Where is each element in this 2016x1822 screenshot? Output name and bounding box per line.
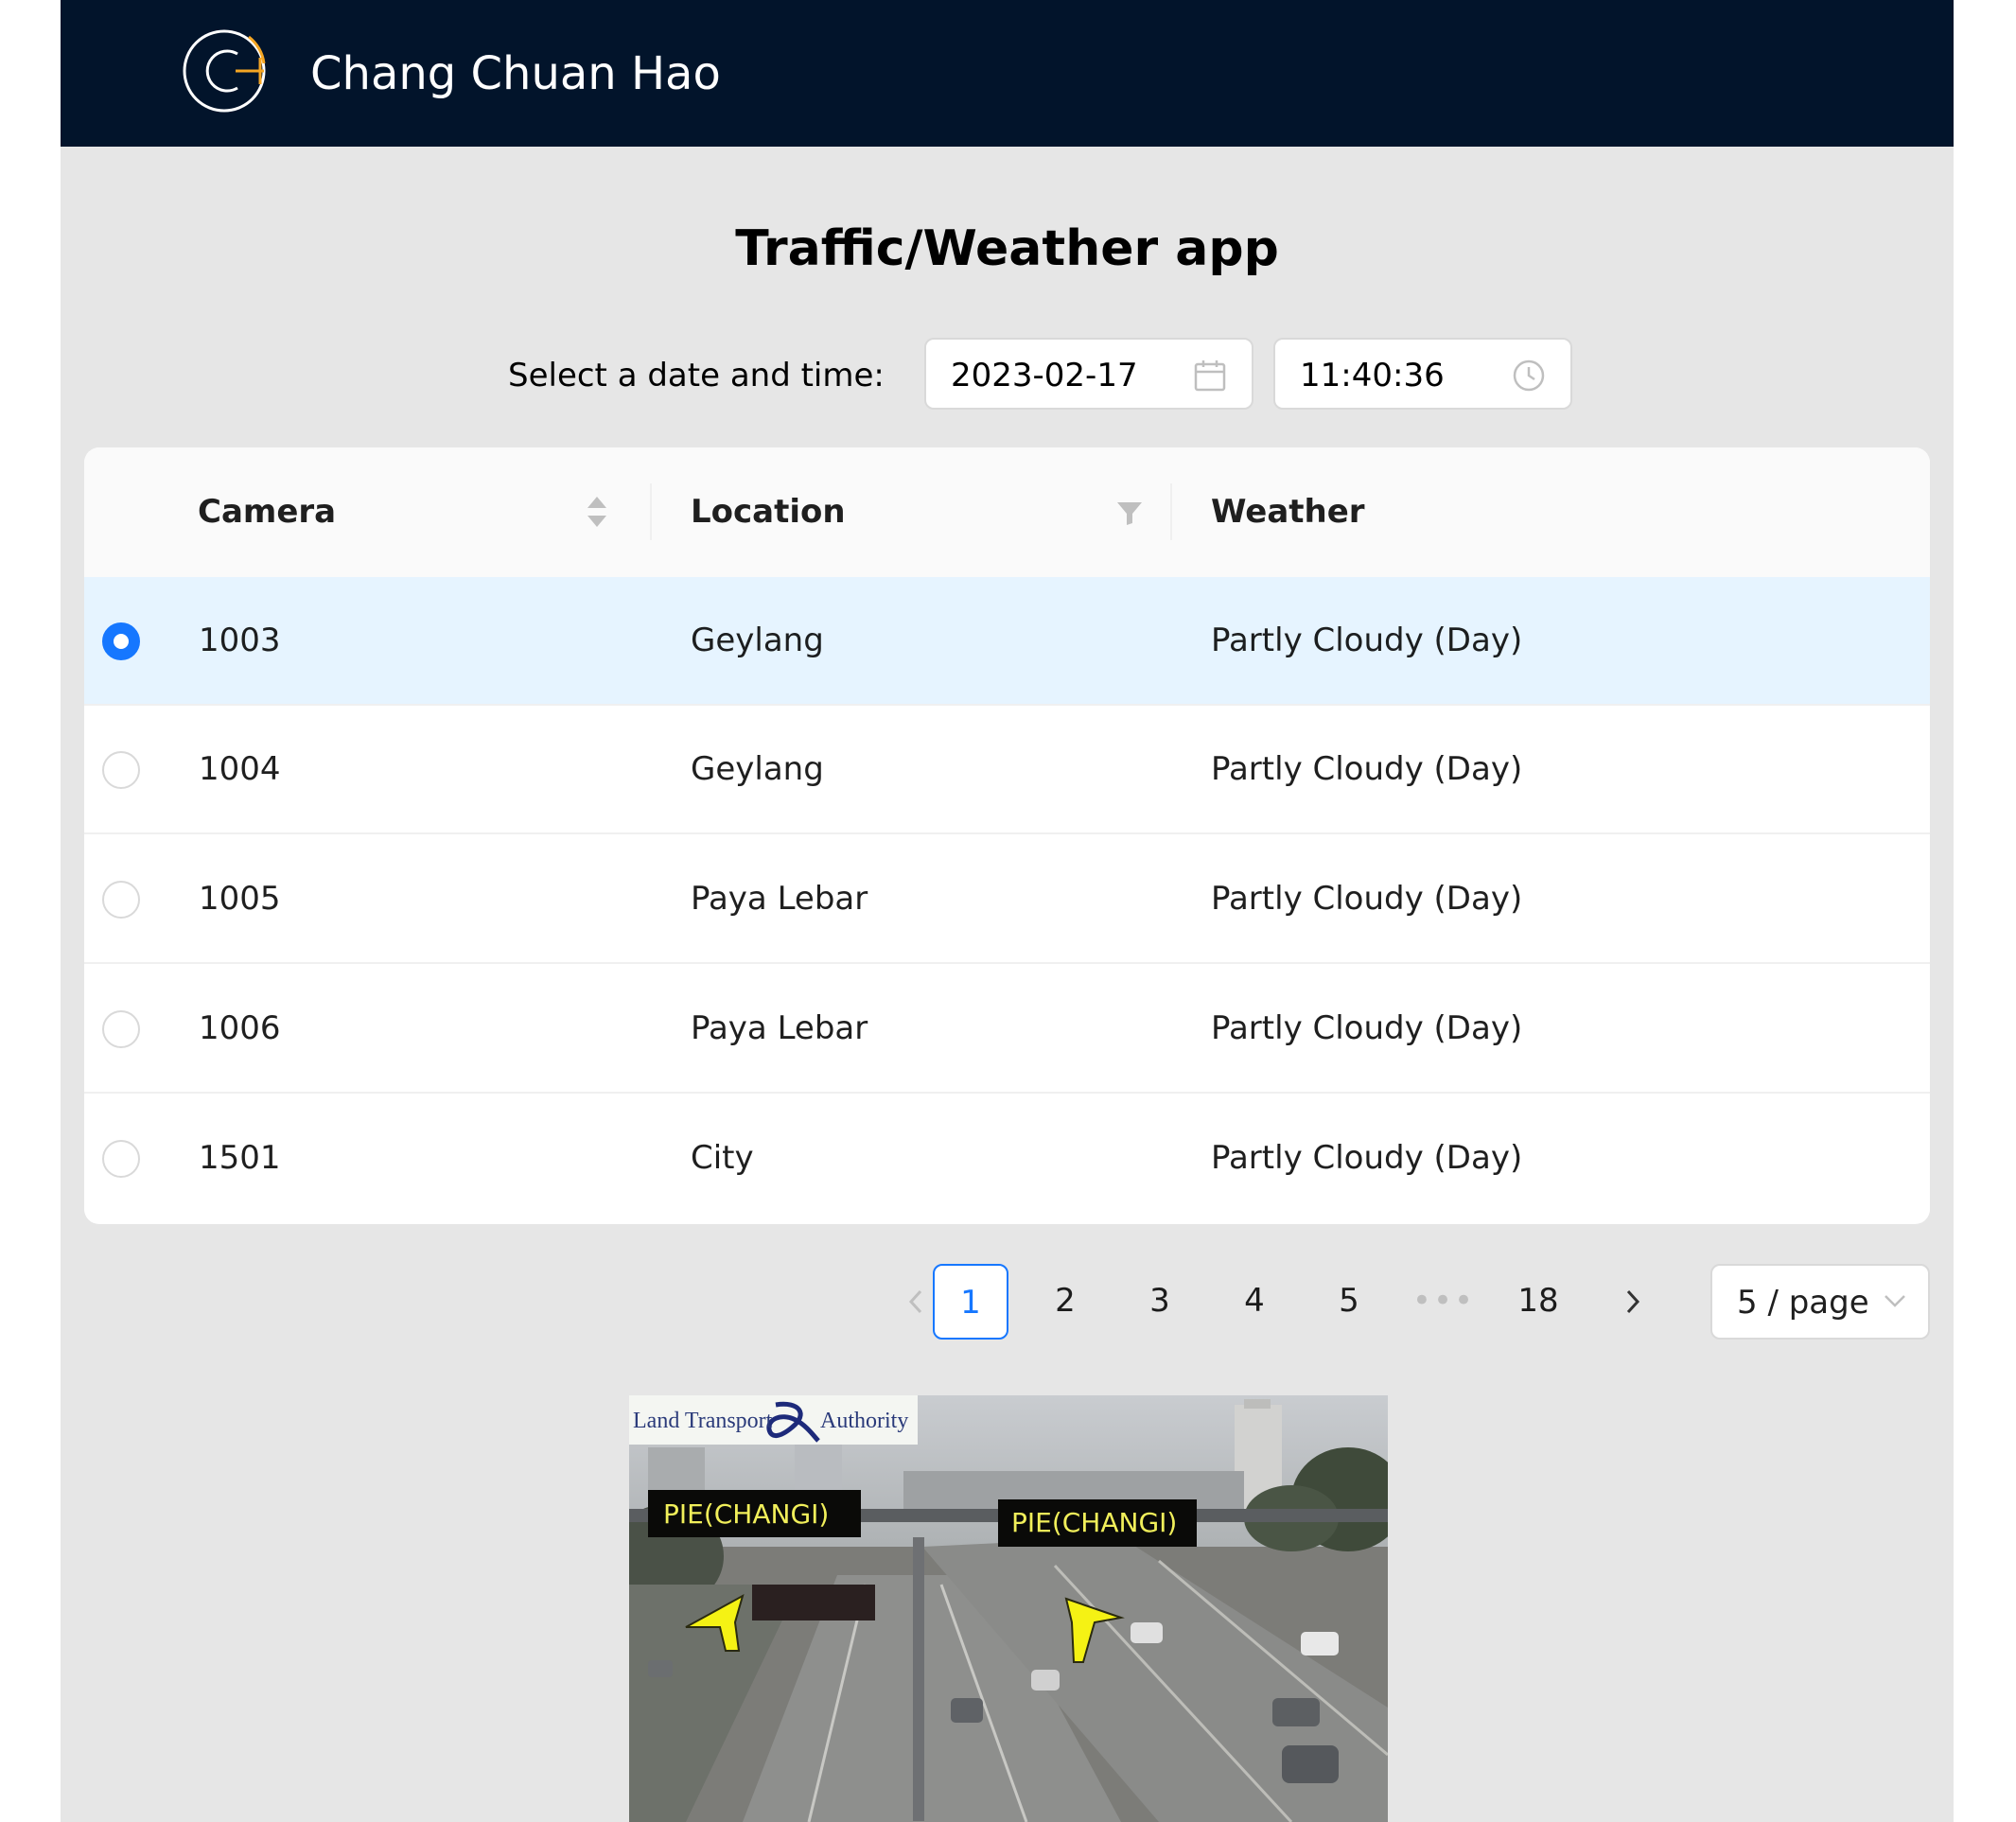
column-header-weather: Weather	[1211, 493, 1365, 531]
traffic-scene: Land Transport Authority PIE(CHANGI) PIE…	[629, 1395, 1388, 1822]
sort-icon[interactable]	[586, 493, 608, 531]
pagination-ellipsis[interactable]: •••	[1406, 1264, 1481, 1340]
time-picker[interactable]: 11:40:36	[1273, 338, 1572, 410]
page-size-select[interactable]: 5 / page	[1710, 1264, 1930, 1340]
table-row[interactable]: 1004 Geylang Partly Cloudy (Day)	[84, 706, 1930, 834]
column-separator	[650, 483, 652, 540]
top-header: Chang Chuan Hao	[61, 0, 1954, 147]
date-value: 2023-02-17	[951, 357, 1138, 394]
table-header: Camera Location Weather	[84, 447, 1930, 578]
row-radio[interactable]	[102, 751, 140, 789]
watermark-left: Land Transport	[633, 1409, 773, 1433]
chevron-left-icon	[908, 1289, 922, 1314]
brand-name[interactable]: Chang Chuan Hao	[310, 45, 721, 102]
page-title: Traffic/Weather app	[735, 220, 1279, 277]
app-page: Chang Chuan Hao Traffic/Weather app Sele…	[61, 0, 1954, 1822]
table-row[interactable]: 1005 Paya Lebar Partly Cloudy (Day)	[84, 835, 1930, 964]
column-header-location: Location	[691, 493, 846, 531]
ch-logo-icon[interactable]	[183, 26, 273, 116]
datetime-label: Select a date and time:	[508, 357, 885, 394]
cell-weather: Partly Cloudy (Day)	[1211, 1009, 1523, 1047]
cell-camera: 1004	[199, 750, 281, 788]
clock-icon	[1513, 359, 1545, 392]
page-2-button[interactable]: 2	[1027, 1264, 1103, 1340]
page-3-button[interactable]: 3	[1122, 1264, 1198, 1340]
cell-location: City	[691, 1139, 754, 1177]
cell-camera: 1003	[199, 622, 281, 659]
row-radio[interactable]	[102, 1140, 140, 1178]
pagination: 1 2 3 4 5 ••• 18 5 / page	[61, 1264, 1954, 1340]
sign-left-text: PIE(CHANGI)	[663, 1498, 829, 1530]
calendar-icon	[1194, 360, 1226, 392]
table-row[interactable]: 1501 City Partly Cloudy (Day)	[84, 1095, 1930, 1223]
cell-weather: Partly Cloudy (Day)	[1211, 622, 1523, 659]
cell-location: Geylang	[691, 750, 824, 788]
traffic-camera-image: Land Transport Authority PIE(CHANGI) PIE…	[629, 1395, 1388, 1822]
chevron-down-icon	[1885, 1295, 1905, 1307]
cell-weather: Partly Cloudy (Day)	[1211, 750, 1523, 788]
watermark-right: Authority	[820, 1409, 908, 1433]
page-18-button[interactable]: 18	[1500, 1264, 1576, 1340]
cell-location: Geylang	[691, 622, 824, 659]
row-radio[interactable]	[102, 1010, 140, 1048]
column-header-camera[interactable]: Camera	[198, 493, 336, 531]
filter-icon[interactable]	[1115, 500, 1144, 527]
column-separator	[1170, 483, 1172, 540]
cell-weather: Partly Cloudy (Day)	[1211, 1139, 1523, 1177]
pagination-next-button[interactable]	[1595, 1264, 1671, 1340]
camera-table: Camera Location Weather 1003 Geylang Par…	[84, 447, 1930, 1224]
datetime-picker-row: Select a date and time: 2023-02-17 11:40…	[61, 338, 1954, 412]
table-row[interactable]: 1003 Geylang Partly Cloudy (Day)	[84, 577, 1930, 706]
sign-right-text: PIE(CHANGI)	[1011, 1507, 1177, 1538]
cell-camera: 1005	[199, 880, 281, 918]
page-4-button[interactable]: 4	[1217, 1264, 1292, 1340]
cell-camera: 1006	[199, 1009, 281, 1047]
page-1-button[interactable]: 1	[933, 1264, 1008, 1340]
cell-location: Paya Lebar	[691, 1009, 868, 1047]
table-row[interactable]: 1006 Paya Lebar Partly Cloudy (Day)	[84, 965, 1930, 1094]
cell-weather: Partly Cloudy (Day)	[1211, 880, 1523, 918]
page-size-value: 5 / page	[1737, 1284, 1869, 1322]
row-radio[interactable]	[102, 622, 140, 660]
time-value: 11:40:36	[1300, 357, 1445, 394]
cell-camera: 1501	[199, 1139, 281, 1177]
chevron-right-icon	[1626, 1289, 1640, 1314]
row-radio[interactable]	[102, 881, 140, 919]
page-5-button[interactable]: 5	[1311, 1264, 1387, 1340]
cell-location: Paya Lebar	[691, 880, 868, 918]
date-picker[interactable]: 2023-02-17	[924, 338, 1253, 410]
